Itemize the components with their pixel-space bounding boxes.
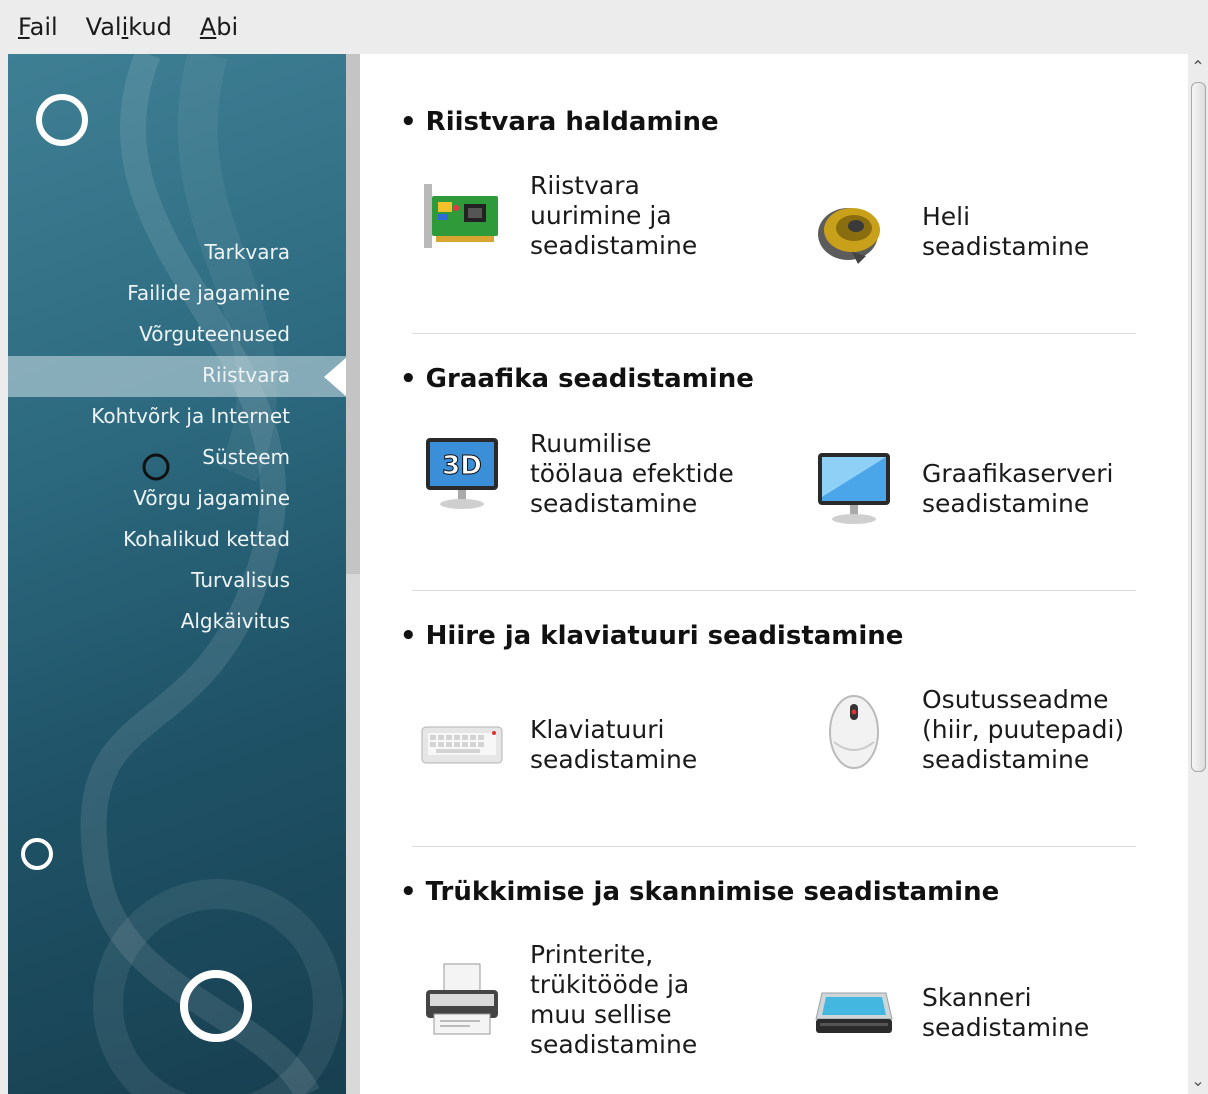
- sidebar-item-hardware[interactable]: Riistvara: [91, 355, 290, 396]
- tool-hardware-config[interactable]: Riistvara uurimine ja seadistamine: [412, 166, 750, 266]
- section-title: Riistvara haldamine: [400, 104, 1140, 140]
- section-divider: [412, 590, 1136, 591]
- sidebar-item-boot[interactable]: Algkäivitus: [91, 601, 290, 642]
- menu-options[interactable]: Valikud: [86, 13, 172, 41]
- tool-label: Riistvara uurimine ja seadistamine: [530, 171, 698, 260]
- section-title: Hiire ja klaviatuuri seadistamine: [400, 618, 1140, 654]
- tool-keyboard-config[interactable]: Klaviatuuri seadistamine: [412, 695, 750, 795]
- section-printing-scanning: Trükkimise ja skannimise seadistamine: [400, 874, 1140, 910]
- section-divider: [412, 333, 1136, 334]
- 3d-monitor-icon: 3D: [412, 424, 512, 524]
- sidebar-item-software[interactable]: Tarkvara: [91, 232, 290, 273]
- section-graphics: Graafika seadistamine: [400, 361, 1140, 397]
- tool-label: Ruumilise töölaua efektide seadistamine: [530, 429, 734, 518]
- 3d-text: 3D: [442, 451, 482, 481]
- section-divider: [412, 846, 1136, 847]
- tool-label: Klaviatuuri seadistamine: [530, 715, 698, 774]
- tool-label: Printerite, trükitööde ja muu sellise se…: [530, 940, 698, 1059]
- tool-label: Graafikaserveri seadistamine: [922, 459, 1114, 518]
- sidebar-active-arrow: [324, 356, 348, 398]
- scanner-icon: [804, 963, 904, 1063]
- sidebar-item-security[interactable]: Turvalisus: [91, 560, 290, 601]
- tool-3d-desktop-effects[interactable]: 3D Ruumilise töölaua efektide seadistami…: [412, 424, 750, 524]
- tool-label: Skanneri seadistamine: [922, 983, 1090, 1042]
- printer-icon: [412, 950, 512, 1050]
- section-title: Trükkimise ja skannimise seadistamine: [400, 874, 1140, 910]
- scroll-thumb[interactable]: [1191, 82, 1206, 772]
- sidebar: Tarkvara Failide jagamine Võrguteenused …: [8, 54, 360, 1094]
- sidebar-nav: Tarkvara Failide jagamine Võrguteenused …: [91, 232, 290, 642]
- sidebar-item-file-sharing[interactable]: Failide jagamine: [91, 273, 290, 314]
- mouse-icon: [804, 680, 904, 780]
- sidebar-item-network-services[interactable]: Võrguteenused: [91, 314, 290, 355]
- tool-sound-config[interactable]: Heli seadistamine: [804, 182, 1142, 282]
- keyboard-icon: [412, 695, 512, 795]
- tool-graphics-server[interactable]: Graafikaserveri seadistamine: [804, 439, 1142, 539]
- sidebar-item-system[interactable]: Süsteem: [91, 437, 290, 478]
- speaker-icon: [804, 182, 904, 282]
- tool-scanner-config[interactable]: Skanneri seadistamine: [804, 963, 1142, 1063]
- tool-label: Osutusseadme (hiir, puutepadi) seadistam…: [922, 685, 1125, 774]
- sidebar-item-network-sharing[interactable]: Võrgu jagamine: [91, 478, 290, 519]
- sidebar-item-local-disks[interactable]: Kohalikud kettad: [91, 519, 290, 560]
- main-scrollbar[interactable]: ⌃ ⌄: [1188, 54, 1208, 1094]
- monitor-icon: [804, 439, 904, 539]
- tool-pointing-device-config[interactable]: Osutusseadme (hiir, puutepadi) seadistam…: [804, 680, 1142, 780]
- section-title: Graafika seadistamine: [400, 361, 1140, 397]
- scroll-down-icon[interactable]: ⌄: [1188, 1068, 1208, 1094]
- sidebar-scrollbar[interactable]: [346, 54, 360, 1094]
- main-content: Riistvara haldamine Riistvara uurimine j…: [360, 54, 1188, 1094]
- section-hardware-management: Riistvara haldamine: [400, 104, 1140, 140]
- menu-file[interactable]: Fail: [18, 13, 58, 41]
- menu-bar: Fail Valikud Abi: [0, 0, 1208, 54]
- menu-help[interactable]: Abi: [200, 13, 238, 41]
- hardware-card-icon: [412, 166, 512, 266]
- tool-label: Heli seadistamine: [922, 202, 1090, 261]
- sidebar-item-network-internet[interactable]: Kohtvõrk ja Internet: [91, 396, 290, 437]
- section-mouse-keyboard: Hiire ja klaviatuuri seadistamine: [400, 618, 1140, 654]
- tool-printer-config[interactable]: Printerite, trükitööde ja muu sellise se…: [412, 940, 750, 1060]
- scroll-up-icon[interactable]: ⌃: [1188, 54, 1208, 80]
